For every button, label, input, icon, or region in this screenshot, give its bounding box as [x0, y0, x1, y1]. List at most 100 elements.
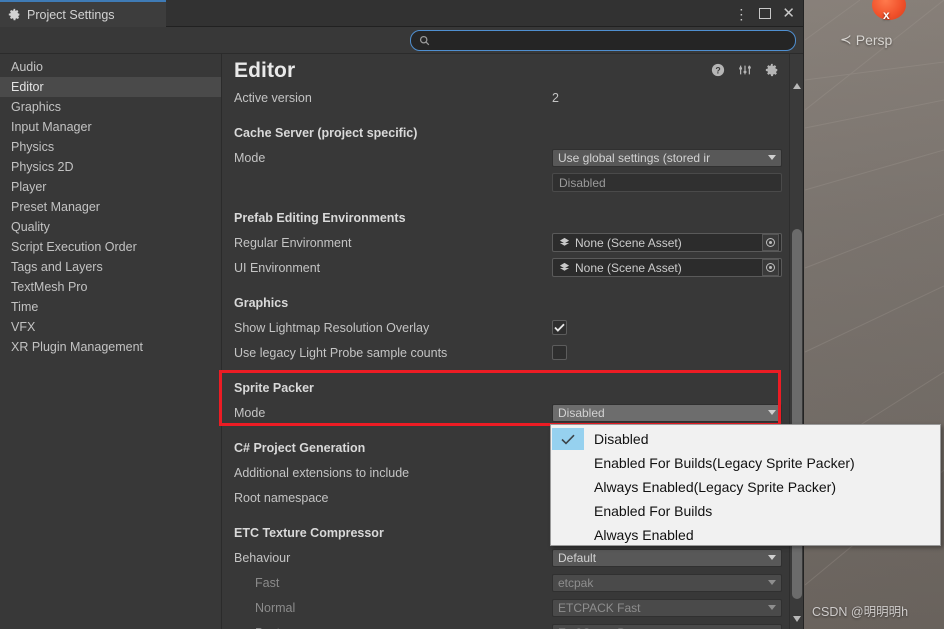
sprite-packer-mode-dropdown[interactable]: Disabled — [552, 403, 782, 422]
row-sprite-packer-mode: Mode Disabled — [234, 400, 803, 425]
window-menu-icon[interactable]: ⋮ — [734, 7, 748, 21]
etc-behaviour-label: Behaviour — [234, 550, 291, 565]
sprite-packer-mode-wrap: Disabled — [552, 403, 782, 422]
checkmark-slot — [552, 500, 584, 522]
section-cache-server: Cache Server (project specific) — [234, 125, 418, 140]
show-lightmap-overlay-checkbox[interactable] — [552, 320, 567, 335]
root-namespace-label: Root namespace — [234, 490, 329, 505]
sidebar-item-xr-plugin-management[interactable]: XR Plugin Management — [0, 337, 221, 357]
scroll-up-arrow-icon[interactable] — [793, 83, 801, 89]
section-sprite-packer: Sprite Packer — [234, 380, 314, 395]
dropdown-option-label: Enabled For Builds(Legacy Sprite Packer) — [594, 455, 855, 471]
dropdown-option-always-enabled[interactable]: Always Enabled — [551, 523, 940, 547]
etc-best-label: Best — [234, 626, 280, 629]
etc-best-value: Etc2Comp Best — [558, 626, 768, 629]
show-lightmap-overlay-label: Show Lightmap Resolution Overlay — [234, 320, 430, 335]
etc-fast-wrap: etcpak — [552, 573, 782, 592]
dropdown-option-always-enabled-legacy[interactable]: Always Enabled(Legacy Sprite Packer) — [551, 475, 940, 499]
active-version-label: Active version — [234, 90, 312, 105]
dropdown-option-label: Disabled — [594, 431, 649, 447]
close-icon[interactable]: ✕ — [782, 6, 795, 21]
etc-fast-label: Fast — [255, 575, 280, 590]
gear-icon[interactable] — [765, 63, 779, 77]
maximize-icon[interactable] — [759, 8, 772, 19]
sidebar-item-vfx[interactable]: VFX — [0, 317, 221, 337]
ui-environment-field-wrap: None (Scene Asset) — [552, 258, 782, 277]
ui-environment-object-field[interactable]: None (Scene Asset) — [552, 258, 782, 277]
sidebar-item-editor[interactable]: Editor — [0, 77, 221, 97]
svg-text:?: ? — [715, 65, 720, 75]
search-box[interactable] — [410, 30, 796, 51]
window-tabbar: Project Settings ⋮ ✕ — [0, 0, 803, 27]
regular-environment-value: None (Scene Asset) — [575, 235, 682, 250]
cache-server-mode-dropdown[interactable]: Use global settings (stored ir — [552, 148, 782, 167]
row-etc-best: Best Etc2Comp Best — [234, 620, 803, 629]
row-cache-server-mode: Mode Use global settings (stored ir — [234, 145, 803, 170]
checkmark-slot — [552, 476, 584, 498]
etc-normal-dropdown: ETCPACK Fast — [552, 598, 782, 617]
sidebar-item-input-manager[interactable]: Input Manager — [0, 117, 221, 137]
dropdown-option-label: Enabled For Builds — [594, 503, 713, 519]
settings-sidebar: Audio Editor Graphics Input Manager Phys… — [0, 54, 222, 629]
sidebar-item-script-execution-order[interactable]: Script Execution Order — [0, 237, 221, 257]
dropdown-option-disabled[interactable]: Disabled — [551, 427, 940, 451]
screenshot-root: x ≺ Persp CSDN @明明明h Project Settings ⋮ … — [0, 0, 944, 629]
target-icon — [766, 263, 775, 272]
regular-environment-label: Regular Environment — [234, 235, 352, 250]
sidebar-item-audio[interactable]: Audio — [0, 57, 221, 77]
checkmark-slot — [552, 524, 584, 546]
etc-best-dropdown: Etc2Comp Best — [552, 623, 782, 629]
legacy-light-probe-label: Use legacy Light Probe sample counts — [234, 345, 448, 360]
object-picker-button[interactable] — [762, 234, 779, 251]
legacy-light-probe-checkbox[interactable] — [552, 345, 567, 360]
row-ui-environment: UI Environment None (Scene Asset) — [234, 255, 803, 280]
ui-environment-label: UI Environment — [234, 260, 321, 275]
help-icon[interactable]: ? — [711, 63, 725, 77]
show-lightmap-overlay-wrap — [552, 320, 567, 335]
etc-behaviour-dropdown[interactable]: Default — [552, 548, 782, 567]
preset-icon[interactable] — [738, 63, 752, 77]
panel-header-icons: ? — [711, 63, 779, 77]
row-cache-server-status: Disabled — [234, 170, 803, 195]
sidebar-item-time[interactable]: Time — [0, 297, 221, 317]
cache-server-mode-label: Mode — [234, 150, 266, 165]
sidebar-item-physics[interactable]: Physics — [0, 137, 221, 157]
sprite-packer-dropdown-menu[interactable]: Disabled Enabled For Builds(Legacy Sprit… — [550, 424, 941, 546]
etc-behaviour-value: Default — [558, 550, 597, 565]
sidebar-item-quality[interactable]: Quality — [0, 217, 221, 237]
chevron-left-icon: ≺ — [840, 31, 852, 47]
sidebar-item-tags-and-layers[interactable]: Tags and Layers — [0, 257, 221, 277]
sidebar-item-textmesh-pro[interactable]: TextMesh Pro — [0, 277, 221, 297]
chevron-down-icon — [768, 410, 776, 415]
scene-projection-label[interactable]: ≺ Persp — [840, 31, 892, 48]
section-prefab-editing-environments: Prefab Editing Environments — [234, 210, 406, 225]
ui-environment-value: None (Scene Asset) — [575, 260, 682, 275]
dropdown-option-enabled-for-builds-legacy[interactable]: Enabled For Builds(Legacy Sprite Packer) — [551, 451, 940, 475]
sidebar-item-preset-manager[interactable]: Preset Manager — [0, 197, 221, 217]
etc-normal-wrap: ETCPACK Fast — [552, 598, 782, 617]
regular-environment-object-field[interactable]: None (Scene Asset) — [552, 233, 782, 252]
dropdown-option-label: Always Enabled — [594, 527, 694, 543]
scroll-down-arrow-icon[interactable] — [793, 616, 801, 622]
sidebar-item-graphics[interactable]: Graphics — [0, 97, 221, 117]
chevron-down-icon — [768, 605, 776, 610]
object-picker-button[interactable] — [762, 259, 779, 276]
etc-fast-value: etcpak — [558, 575, 594, 590]
row-show-lightmap-overlay: Show Lightmap Resolution Overlay — [234, 315, 803, 340]
sprite-packer-mode-value: Disabled — [558, 405, 605, 420]
dropdown-option-enabled-for-builds[interactable]: Enabled For Builds — [551, 499, 940, 523]
search-input[interactable] — [430, 34, 787, 47]
cache-server-mode-dropdown-wrap: Use global settings (stored ir — [552, 148, 782, 167]
cache-server-status-wrap: Disabled — [552, 173, 782, 192]
tab-project-settings[interactable]: Project Settings — [0, 0, 166, 27]
sidebar-item-player[interactable]: Player — [0, 177, 221, 197]
row-etc-fast: Fast etcpak — [234, 570, 803, 595]
row-regular-environment: Regular Environment None (Scene Asset) — [234, 230, 803, 255]
sidebar-item-physics-2d[interactable]: Physics 2D — [0, 157, 221, 177]
etc-best-wrap: Etc2Comp Best — [552, 623, 782, 629]
active-version-value: 2 — [552, 90, 559, 105]
